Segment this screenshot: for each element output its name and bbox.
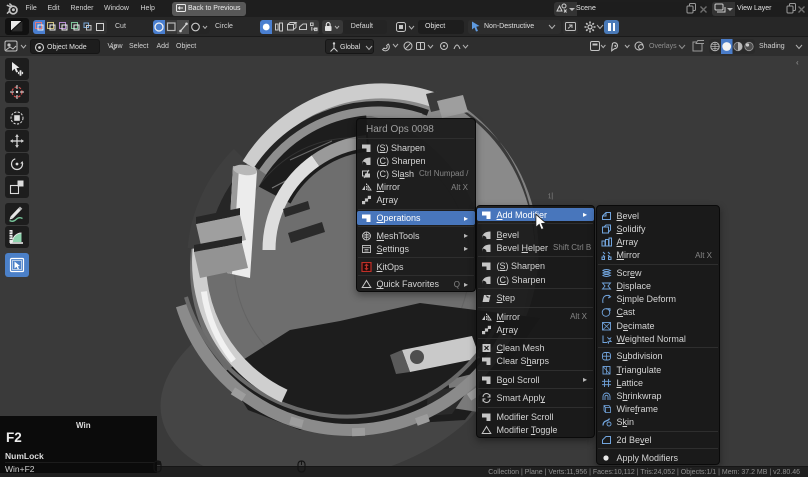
svg-text:⥠|: ⥠| bbox=[548, 192, 553, 200]
svg-text:‹: ‹ bbox=[796, 58, 799, 67]
